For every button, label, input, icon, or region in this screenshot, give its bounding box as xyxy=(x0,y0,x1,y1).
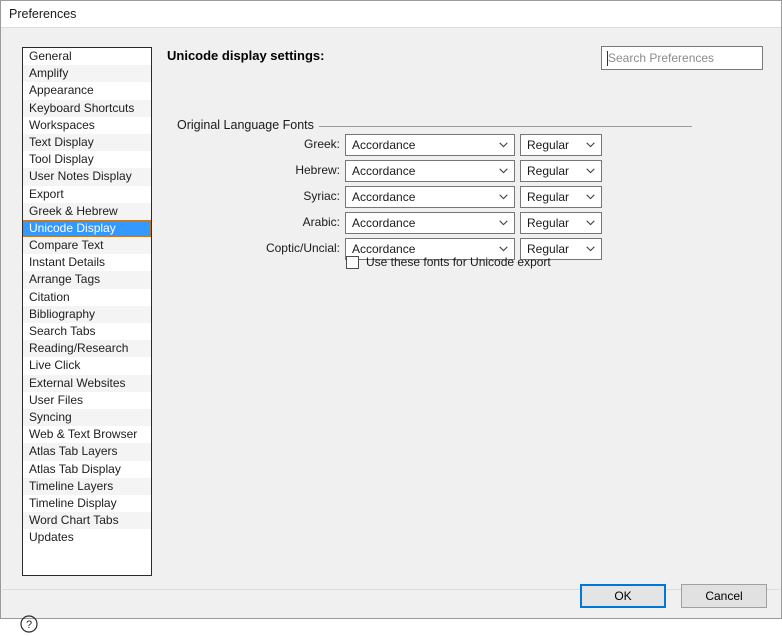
dialog-content: GeneralAmplifyAppearanceKeyboard Shortcu… xyxy=(1,28,781,618)
sidebar-item-appearance[interactable]: Appearance xyxy=(23,82,151,99)
sidebar-item-search-tabs[interactable]: Search Tabs xyxy=(23,323,151,340)
sidebar-item-citation[interactable]: Citation xyxy=(23,289,151,306)
sidebar-item-syncing[interactable]: Syncing xyxy=(23,409,151,426)
sidebar-item-updates[interactable]: Updates xyxy=(23,529,151,546)
sidebar-item-workspaces[interactable]: Workspaces xyxy=(23,117,151,134)
chevron-down-icon xyxy=(586,220,595,226)
ok-button[interactable]: OK xyxy=(580,584,666,608)
sidebar-item-export[interactable]: Export xyxy=(23,186,151,203)
chevron-down-icon xyxy=(499,246,508,252)
sidebar-item-unicode-display[interactable]: Unicode Display xyxy=(23,220,151,237)
unicode-export-checkbox[interactable] xyxy=(346,256,359,269)
chevron-down-icon xyxy=(586,246,595,252)
font-row-label-greek: Greek: xyxy=(177,137,340,151)
chevron-down-icon xyxy=(586,168,595,174)
sidebar-item-compare-text[interactable]: Compare Text xyxy=(23,237,151,254)
sidebar-item-greek-hebrew[interactable]: Greek & Hebrew xyxy=(23,203,151,220)
sidebar-item-word-chart-tabs[interactable]: Word Chart Tabs xyxy=(23,512,151,529)
help-circle-icon[interactable]: ? xyxy=(20,615,38,633)
sidebar-item-keyboard-shortcuts[interactable]: Keyboard Shortcuts xyxy=(23,100,151,117)
font-row: Syriac: Accordance Regular xyxy=(177,186,607,208)
sidebar-item-timeline-display[interactable]: Timeline Display xyxy=(23,495,151,512)
font-style-select-syriac[interactable]: Regular xyxy=(520,186,602,208)
sidebar-item-reading-research[interactable]: Reading/Research xyxy=(23,340,151,357)
sidebar-item-atlas-tab-layers[interactable]: Atlas Tab Layers xyxy=(23,443,151,460)
chevron-down-icon xyxy=(586,142,595,148)
window-title: Preferences xyxy=(9,7,76,21)
sidebar-item-text-display[interactable]: Text Display xyxy=(23,134,151,151)
svg-text:?: ? xyxy=(26,619,32,631)
chevron-down-icon xyxy=(499,220,508,226)
chevron-down-icon xyxy=(499,142,508,148)
font-style-select-greek[interactable]: Regular xyxy=(520,134,602,156)
font-select-value: Accordance xyxy=(352,138,415,152)
font-select-value: Accordance xyxy=(352,190,415,204)
font-style-select-value: Regular xyxy=(527,242,569,256)
page-title: Unicode display settings: xyxy=(167,48,324,63)
font-select-syriac[interactable]: Accordance xyxy=(345,186,515,208)
unicode-export-checkbox-label: Use these fonts for Unicode export xyxy=(366,255,551,269)
font-select-greek[interactable]: Accordance xyxy=(345,134,515,156)
sidebar-item-external-websites[interactable]: External Websites xyxy=(23,375,151,392)
sidebar-item-bibliography[interactable]: Bibliography xyxy=(23,306,151,323)
font-row: Arabic: Accordance Regular xyxy=(177,212,607,234)
sidebar-item-amplify[interactable]: Amplify xyxy=(23,65,151,82)
group-box-label: Original Language Fonts xyxy=(177,118,319,132)
font-style-select-value: Regular xyxy=(527,138,569,152)
search-preferences-box[interactable] xyxy=(601,46,763,70)
font-style-select-hebrew[interactable]: Regular xyxy=(520,160,602,182)
font-row: Greek: Accordance Regular xyxy=(177,134,607,156)
sidebar-item-tool-display[interactable]: Tool Display xyxy=(23,151,151,168)
font-select-value: Accordance xyxy=(352,216,415,230)
sidebar-item-arrange-tags[interactable]: Arrange Tags xyxy=(23,271,151,288)
sidebar-item-instant-details[interactable]: Instant Details xyxy=(23,254,151,271)
font-select-value: Accordance xyxy=(352,242,415,256)
sidebar-item-atlas-tab-display[interactable]: Atlas Tab Display xyxy=(23,461,151,478)
chevron-down-icon xyxy=(586,194,595,200)
sidebar-item-user-files[interactable]: User Files xyxy=(23,392,151,409)
cancel-button[interactable]: Cancel xyxy=(681,584,767,608)
sidebar-item-general[interactable]: General xyxy=(23,48,151,65)
font-row-label-syriac: Syriac: xyxy=(177,189,340,203)
sidebar-item-user-notes-display[interactable]: User Notes Display xyxy=(23,168,151,185)
chevron-down-icon xyxy=(499,168,508,174)
font-style-select-value: Regular xyxy=(527,190,569,204)
sidebar-item-live-click[interactable]: Live Click xyxy=(23,357,151,374)
chevron-down-icon xyxy=(499,194,508,200)
font-select-arabic[interactable]: Accordance xyxy=(345,212,515,234)
font-style-select-arabic[interactable]: Regular xyxy=(520,212,602,234)
font-row: Hebrew: Accordance Regular xyxy=(177,160,607,182)
font-select-hebrew[interactable]: Accordance xyxy=(345,160,515,182)
title-bar: Preferences xyxy=(1,1,781,28)
sidebar-item-timeline-layers[interactable]: Timeline Layers xyxy=(23,478,151,495)
font-style-select-value: Regular xyxy=(527,164,569,178)
preferences-category-list[interactable]: GeneralAmplifyAppearanceKeyboard Shortcu… xyxy=(22,47,152,576)
preferences-window: Preferences GeneralAmplifyAppearanceKeyb… xyxy=(0,0,782,619)
font-select-value: Accordance xyxy=(352,164,415,178)
font-row-label-coptic-uncial: Coptic/Uncial: xyxy=(177,241,340,255)
search-input[interactable] xyxy=(602,47,762,69)
sidebar-item-web-text-browser[interactable]: Web & Text Browser xyxy=(23,426,151,443)
font-style-select-value: Regular xyxy=(527,216,569,230)
font-row-label-arabic: Arabic: xyxy=(177,215,340,229)
font-row-label-hebrew: Hebrew: xyxy=(177,163,340,177)
